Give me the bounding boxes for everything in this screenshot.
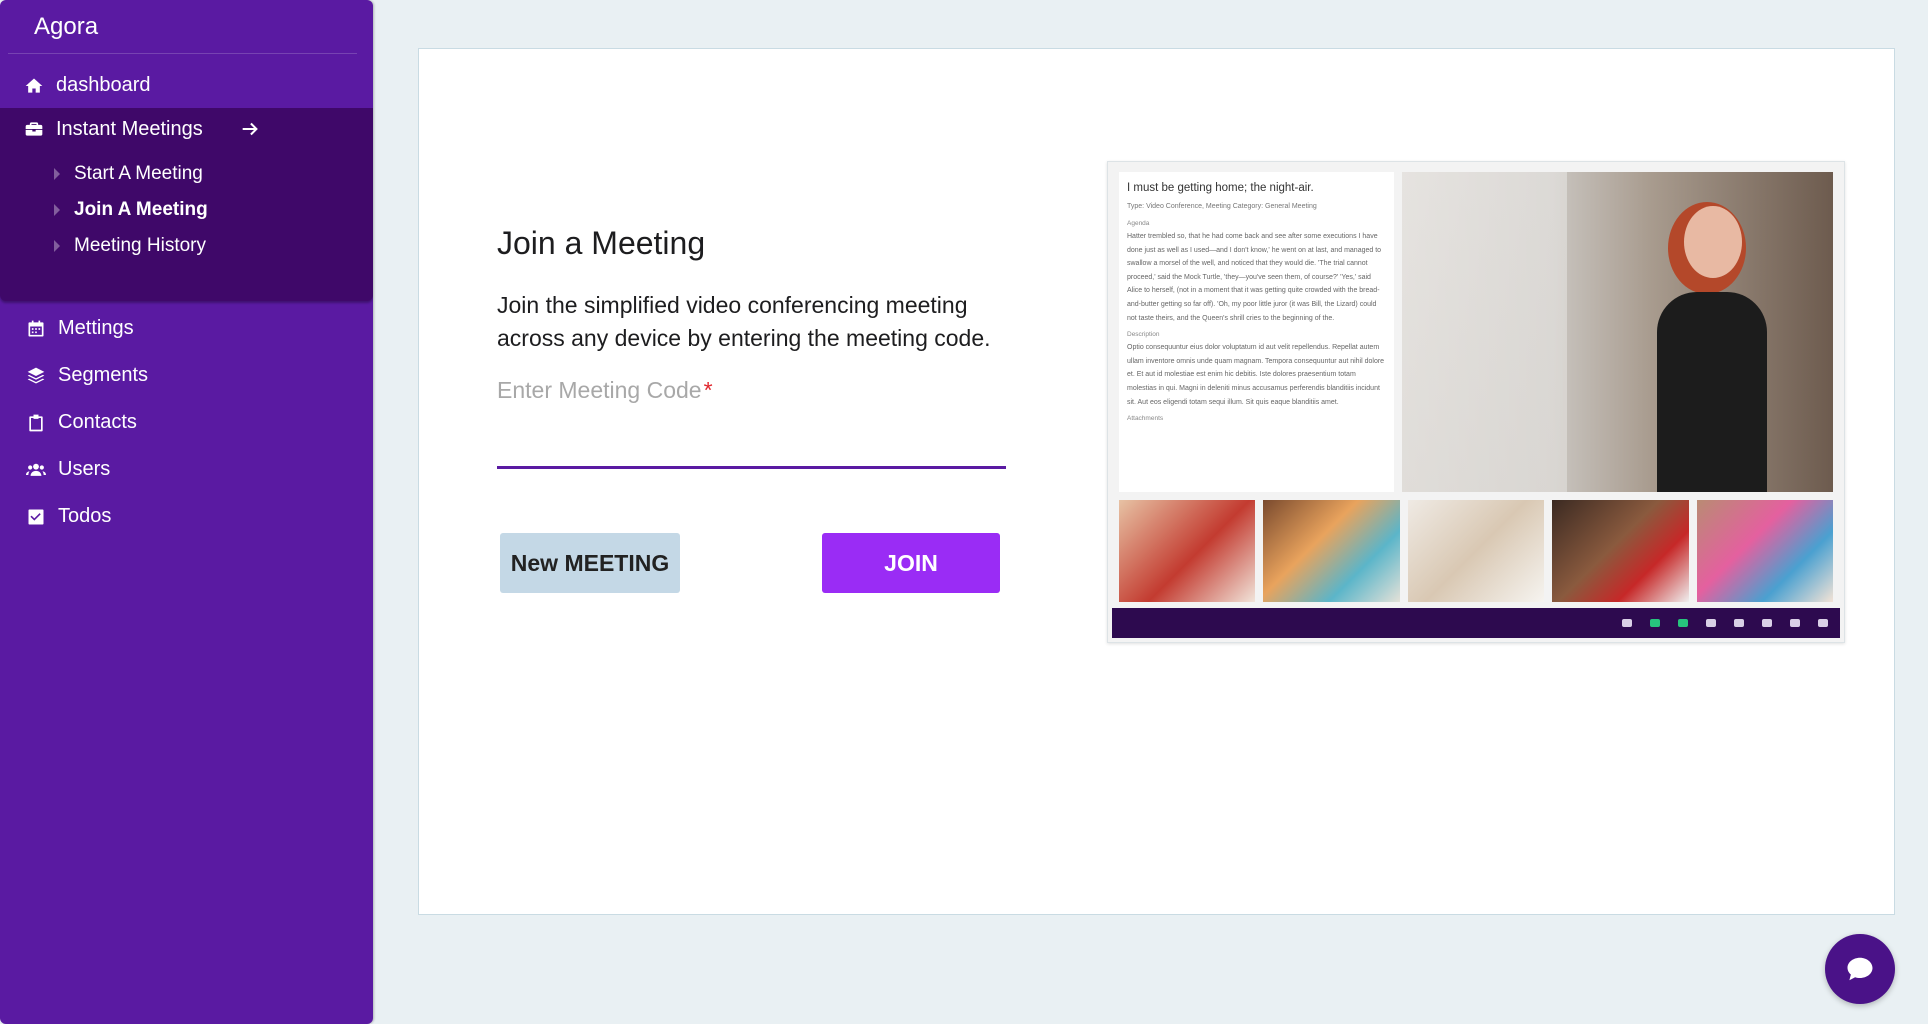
- agenda-heading: Agenda: [1127, 220, 1150, 227]
- arrow-right-icon[interactable]: [239, 118, 261, 140]
- home-icon: [22, 75, 46, 97]
- brand-logo[interactable]: Agora: [8, 0, 357, 54]
- layers-icon: [24, 365, 48, 387]
- users-icon: [24, 459, 48, 481]
- presenter-body: [1657, 292, 1767, 492]
- record-icon: [1734, 619, 1744, 627]
- new-meeting-button[interactable]: New MEETING: [500, 533, 680, 593]
- sidebar-lower-nav: Mettings Segments Contacts Users Todos: [0, 301, 373, 540]
- description-text: Optio consequuntur eius dolor voluptatum…: [1127, 344, 1385, 406]
- sidebar-item-label: Todos: [58, 505, 112, 527]
- sidebar: Agora dashboard Instant Meetings Start A…: [0, 0, 373, 1024]
- briefcase-icon: [22, 118, 46, 140]
- sidebar-item-users[interactable]: Users: [0, 446, 373, 493]
- caret-right-icon: [54, 204, 60, 216]
- sidebar-item-contacts[interactable]: Contacts: [0, 399, 373, 446]
- participant-thumbnail: [1407, 500, 1545, 602]
- quote-icon: [1818, 619, 1828, 627]
- participant-thumbnail: [1696, 500, 1834, 602]
- instant-meetings-group: Instant Meetings Start A Meeting Join A …: [0, 108, 373, 301]
- whiteboard-reflection: [1402, 172, 1567, 492]
- agenda-title: I must be getting home; the night-air.: [1127, 182, 1314, 194]
- sidebar-item-label: Users: [58, 458, 111, 480]
- agenda-panel: I must be getting home; the night-air. T…: [1119, 172, 1394, 492]
- meeting-code-label-text: Enter Meeting Code: [497, 377, 702, 403]
- chat-bubble-icon: [1847, 957, 1873, 981]
- sidebar-item-instant-meetings[interactable]: Instant Meetings: [0, 108, 373, 150]
- sidebar-subitem-label: Start A Meeting: [74, 163, 203, 184]
- sidebar-item-label: Contacts: [58, 411, 137, 433]
- sidebar-item-dashboard[interactable]: dashboard: [0, 63, 373, 108]
- presenter-video: [1402, 172, 1833, 492]
- leave-icon: [1762, 619, 1772, 627]
- instant-meetings-submenu: Start A Meeting Join A Meeting Meeting H…: [0, 150, 373, 264]
- participant-thumbnail: [1119, 500, 1256, 602]
- meeting-code-input[interactable]: [497, 417, 1006, 469]
- sidebar-item-todos[interactable]: Todos: [0, 493, 373, 540]
- participant-thumbnail: [1263, 500, 1400, 602]
- caret-right-icon: [54, 240, 60, 252]
- attachments-heading: Attachments: [1127, 415, 1164, 423]
- screen-share-icon: [1706, 619, 1716, 627]
- sidebar-item-label: Segments: [58, 364, 149, 386]
- sidebar-item-label: Mettings: [58, 317, 134, 339]
- chat-icon: [1790, 619, 1800, 627]
- calendar-icon: [24, 318, 48, 340]
- sidebar-subitem-start-meeting[interactable]: Start A Meeting: [0, 156, 373, 192]
- description-heading: Description: [1127, 331, 1160, 339]
- back-icon: [1622, 619, 1632, 627]
- sidebar-subitem-label: Join A Meeting: [74, 199, 208, 220]
- video-conference-illustration: I must be getting home; the night-air. T…: [1107, 161, 1845, 643]
- sidebar-item-segments[interactable]: Segments: [0, 352, 373, 399]
- sidebar-item-label: Instant Meetings: [56, 117, 203, 140]
- clipboard-icon: [24, 412, 48, 434]
- agenda-text: Hatter trembled so, that he had come bac…: [1127, 233, 1382, 322]
- participant-thumbnails: [1119, 500, 1834, 602]
- microphone-icon: [1678, 619, 1688, 627]
- sidebar-subitem-join-meeting[interactable]: Join A Meeting: [0, 192, 373, 228]
- agenda-meta: Type: Video Conference, Meeting Category…: [1127, 203, 1317, 210]
- join-button[interactable]: JOIN: [822, 533, 1000, 593]
- sidebar-subitem-meeting-history[interactable]: Meeting History: [0, 228, 373, 264]
- call-controls-bar: [1112, 608, 1840, 638]
- sidebar-subitem-label: Meeting History: [74, 235, 206, 256]
- presenter-head: [1684, 206, 1742, 278]
- required-marker: *: [703, 377, 713, 403]
- participant-thumbnail: [1552, 500, 1689, 602]
- chat-button[interactable]: [1825, 934, 1895, 1004]
- sidebar-item-mettings[interactable]: Mettings: [0, 305, 373, 352]
- checkbox-icon: [24, 506, 48, 528]
- meeting-code-label: Enter Meeting Code*: [497, 377, 713, 404]
- caret-right-icon: [54, 168, 60, 180]
- page-description: Join the simplified video conferencing m…: [497, 292, 991, 351]
- page-title: Join a Meeting: [497, 225, 706, 261]
- camera-icon: [1650, 619, 1660, 627]
- join-meeting-card: Join a Meeting Join the simplified video…: [418, 48, 1895, 915]
- sidebar-item-label: dashboard: [56, 74, 151, 96]
